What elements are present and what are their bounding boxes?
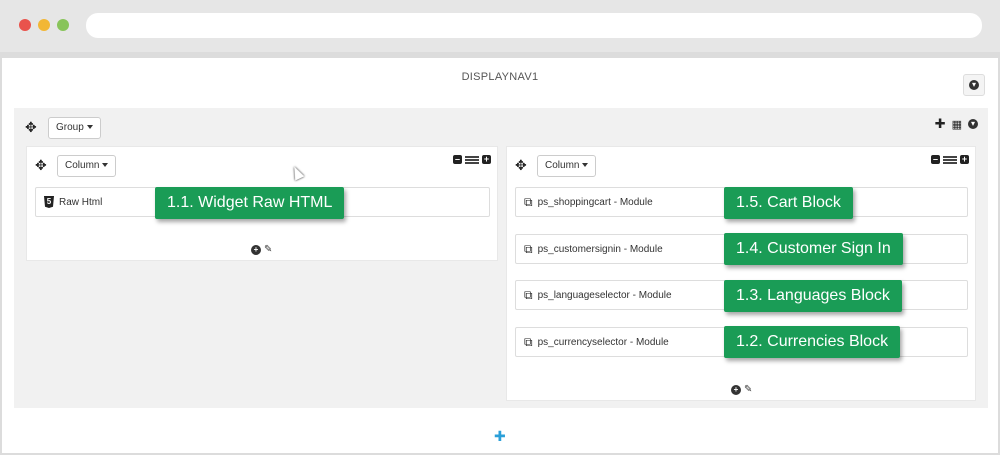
copy-icon: ⧉	[524, 241, 533, 256]
align-icon[interactable]	[465, 155, 479, 164]
page-content: DISPLAYNAV1 ▾ ✥ Group ✚ ▦ ▾ ✥ Column – +…	[2, 58, 998, 453]
browser-chrome	[0, 0, 1000, 52]
address-bar[interactable]	[86, 13, 982, 38]
column-toolbar: – +	[931, 155, 969, 164]
widget-label: ps_shoppingcart - Module	[537, 196, 653, 208]
column-toolbar: – +	[453, 155, 491, 164]
move-icon[interactable]: ✥	[25, 120, 37, 134]
add-row-plus-icon[interactable]: ✚	[494, 428, 506, 445]
pencil-icon[interactable]: ✎	[264, 244, 272, 255]
callout-languages-block: 1.3. Languages Block	[724, 280, 902, 312]
copy-icon: ⧉	[524, 194, 533, 209]
column-dropdown-label: Column	[545, 160, 580, 171]
caret-down-icon	[102, 163, 109, 168]
circle-down-icon[interactable]: ▾	[968, 119, 978, 129]
plus-square-icon[interactable]: +	[482, 155, 491, 164]
widget-label: ps_customersignin - Module	[537, 243, 663, 255]
add-circle-icon[interactable]: +	[731, 384, 741, 395]
align-icon[interactable]	[943, 155, 957, 164]
group-dropdown-label: Group	[56, 122, 84, 133]
widget-label: ps_currencyselector - Module	[537, 336, 669, 348]
caret-down-icon	[86, 125, 93, 130]
grid-icon[interactable]: ▦	[952, 118, 962, 131]
callout-currencies-block: 1.2. Currencies Block	[724, 326, 901, 358]
maximize-window-dot[interactable]	[57, 19, 69, 31]
copy-icon: ⧉	[524, 334, 533, 349]
plus-icon[interactable]: ✚	[935, 116, 946, 132]
move-icon[interactable]: ✥	[35, 158, 47, 172]
group-toolbar: ✚ ▦ ▾	[935, 116, 978, 132]
widget-label: Raw Html	[59, 196, 103, 208]
caret-down-icon	[582, 163, 589, 168]
html5-icon: 5	[44, 196, 54, 208]
column-actions: + ✎	[731, 384, 752, 395]
callout-customer-sign-in: 1.4. Customer Sign In	[724, 233, 903, 265]
plus-square-icon[interactable]: +	[960, 155, 969, 164]
add-circle-icon[interactable]: +	[251, 244, 261, 255]
callout-raw-html: 1.1. Widget Raw HTML	[155, 187, 345, 219]
minus-square-icon[interactable]: –	[931, 155, 940, 164]
circle-down-icon: ▾	[969, 80, 979, 90]
column-dropdown-label: Column	[65, 160, 100, 171]
minus-square-icon[interactable]: –	[453, 155, 462, 164]
widget-label: ps_languageselector - Module	[537, 289, 672, 301]
close-window-dot[interactable]	[19, 19, 31, 31]
pencil-icon[interactable]: ✎	[744, 384, 752, 395]
group-dropdown[interactable]: Group	[48, 117, 101, 139]
move-icon[interactable]: ✥	[515, 158, 527, 172]
collapse-button[interactable]: ▾	[963, 74, 985, 96]
column-dropdown[interactable]: Column	[57, 155, 117, 177]
minimize-window-dot[interactable]	[38, 19, 50, 31]
column-actions: + ✎	[251, 244, 272, 255]
callout-cart-block: 1.5. Cart Block	[724, 187, 853, 219]
copy-icon: ⧉	[524, 287, 533, 302]
column-dropdown[interactable]: Column	[537, 155, 597, 177]
column-right: ✥ Column – + ⧉ ps_shoppingcart - Module …	[506, 146, 976, 401]
page-title: DISPLAYNAV1	[461, 71, 539, 83]
